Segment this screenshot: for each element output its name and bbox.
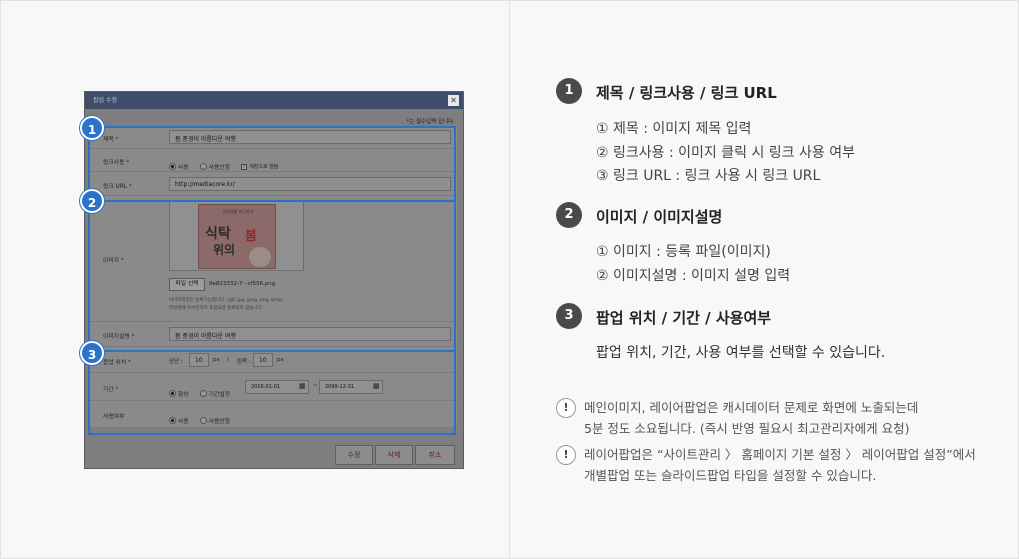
step-line: ② 이미지설명 : 이미지 설명 입력 <box>596 268 791 284</box>
exclamation-icon: ! <box>556 445 576 465</box>
step-number: 2 <box>556 202 582 228</box>
highlight-section-3 <box>88 350 456 435</box>
note-line: 5분 정도 소요됩니다. (즉시 반영 필요시 최고관리자에게 요청) <box>584 421 910 436</box>
required-note: *는 필수입력 입니다. <box>407 117 455 125</box>
center-divider <box>509 0 510 559</box>
cancel-button[interactable]: 취소 <box>415 445 455 465</box>
section-badge-3: 3 <box>80 341 104 365</box>
note-line: 개별팝업 또는 슬라이드팝업 타입을 설정할 수 있습니다. <box>584 468 877 483</box>
step-line: ② 링크사용 : 이미지 클릭 시 링크 사용 여부 <box>596 145 855 161</box>
section-badge-1: 1 <box>80 116 104 140</box>
step-number: 3 <box>556 303 582 329</box>
delete-button[interactable]: 삭제 <box>375 445 413 465</box>
exclamation-icon: ! <box>556 398 576 418</box>
popup-title: 팝업 수정 <box>93 97 117 104</box>
step-title: 팝업 위치 / 기간 / 사용여부 <box>596 309 772 327</box>
step-line: ③ 링크 URL : 링크 사용 시 링크 URL <box>596 168 821 184</box>
close-icon[interactable]: ✕ <box>448 95 459 106</box>
highlight-section-2 <box>88 200 456 352</box>
step-title: 제목 / 링크사용 / 링크 URL <box>596 84 777 102</box>
section-badge-2: 2 <box>80 189 104 213</box>
highlight-section-1 <box>88 126 456 202</box>
edit-button[interactable]: 수정 <box>335 445 373 465</box>
step-line: 팝업 위치, 기간, 사용 여부를 선택할 수 있습니다. <box>596 345 886 361</box>
required-note-text: *는 필수입력 입니다. <box>406 119 455 125</box>
step-title: 이미지 / 이미지설명 <box>596 208 723 226</box>
popup-titlebar: 팝업 수정 ✕ <box>85 92 463 109</box>
step-line: ① 이미지 : 등록 파일(이미지) <box>596 244 771 260</box>
step-line: ① 제목 : 이미지 제목 입력 <box>596 121 752 137</box>
note-line: 레이어팝업은 “사이트관리 〉 홈페이지 기본 설정 〉 레이어팝업 설정”에서 <box>584 447 976 462</box>
step-number: 1 <box>556 78 582 104</box>
note-line: 메인이미지, 레이어팝업은 캐시데이터 문제로 화면에 노출되는데 <box>584 400 919 415</box>
